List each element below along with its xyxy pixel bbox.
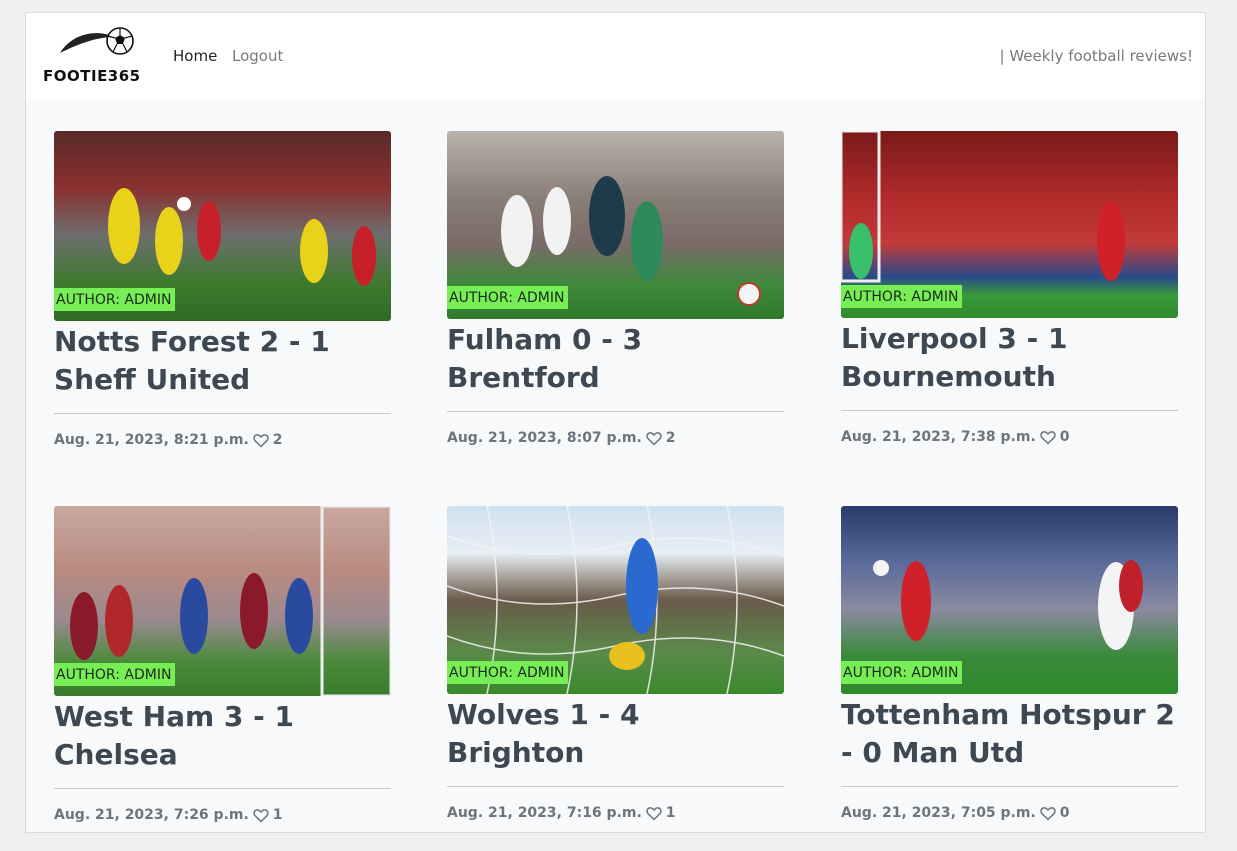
post-title[interactable]: West Ham 3 - 1 Chelsea: [54, 696, 391, 774]
post-date: Aug. 21, 2023, 8:21 p.m.: [54, 432, 249, 448]
post-title[interactable]: Liverpool 3 - 1 Bournemouth: [841, 318, 1178, 396]
post-image[interactable]: AUTHOR: ADMIN: [54, 131, 391, 321]
divider: [841, 410, 1178, 411]
page-frame: FOOTIE365 Home Logout | Weekly football …: [25, 12, 1206, 833]
post-meta: Aug. 21, 2023, 7:16 p.m. 1: [447, 805, 784, 821]
post-date: Aug. 21, 2023, 7:38 p.m.: [841, 429, 1036, 445]
post-meta: Aug. 21, 2023, 7:26 p.m. 1: [54, 807, 391, 823]
brand-name: FOOTIE365: [43, 67, 141, 85]
post-date: Aug. 21, 2023, 7:05 p.m.: [841, 805, 1036, 821]
heart-icon[interactable]: [253, 433, 269, 448]
divider: [447, 786, 784, 787]
divider: [447, 411, 784, 412]
post-date: Aug. 21, 2023, 7:16 p.m.: [447, 805, 642, 821]
divider: [54, 788, 391, 789]
like-count: 1: [665, 805, 676, 821]
post-title[interactable]: Wolves 1 - 4 Brighton: [447, 694, 784, 772]
post-title[interactable]: Tottenham Hotspur 2 - 0 Man Utd: [841, 694, 1178, 772]
heart-icon[interactable]: [1040, 806, 1056, 821]
author-badge: AUTHOR: ADMIN: [54, 288, 176, 311]
like-count: 0: [1059, 429, 1070, 445]
author-badge: AUTHOR: ADMIN: [54, 663, 176, 686]
heart-icon[interactable]: [646, 806, 662, 821]
author-badge: AUTHOR: ADMIN: [447, 661, 569, 684]
post-meta: Aug. 21, 2023, 7:38 p.m. 0: [841, 429, 1178, 445]
post-image[interactable]: AUTHOR: ADMIN: [841, 506, 1178, 694]
post-date: Aug. 21, 2023, 8:07 p.m.: [447, 430, 642, 446]
post-meta: Aug. 21, 2023, 8:07 p.m. 2: [447, 430, 784, 446]
like-count: 1: [272, 807, 283, 823]
post-title[interactable]: Notts Forest 2 - 1 Sheff United: [54, 321, 391, 399]
post-meta: Aug. 21, 2023, 7:05 p.m. 0: [841, 805, 1178, 821]
nav-home-link[interactable]: Home: [173, 47, 217, 65]
author-badge: AUTHOR: ADMIN: [841, 285, 963, 308]
post-image[interactable]: AUTHOR: ADMIN: [54, 506, 391, 696]
post-card[interactable]: AUTHOR: ADMIN Liverpool 3 - 1 Bournemout…: [841, 131, 1178, 445]
like-count: 0: [1059, 805, 1070, 821]
nav-logout-link[interactable]: Logout: [232, 47, 283, 65]
post-meta: Aug. 21, 2023, 8:21 p.m. 2: [54, 432, 391, 448]
like-count: 2: [272, 432, 283, 448]
post-card[interactable]: AUTHOR: ADMIN Fulham 0 - 3 Brentford Aug…: [447, 131, 784, 446]
post-image[interactable]: AUTHOR: ADMIN: [447, 506, 784, 694]
football-icon: [60, 27, 134, 55]
brand-logo[interactable]: FOOTIE365: [42, 27, 150, 87]
post-card[interactable]: AUTHOR: ADMIN Wolves 1 - 4 Brighton Aug.…: [447, 506, 784, 821]
heart-icon[interactable]: [1040, 430, 1056, 445]
site-tagline: | Weekly football reviews!: [999, 47, 1194, 65]
post-image[interactable]: AUTHOR: ADMIN: [841, 131, 1178, 318]
post-image[interactable]: AUTHOR: ADMIN: [447, 131, 784, 319]
post-card[interactable]: AUTHOR: ADMIN Notts Forest 2 - 1 Sheff U…: [54, 131, 391, 448]
navbar: FOOTIE365 Home Logout | Weekly football …: [26, 13, 1205, 99]
author-badge: AUTHOR: ADMIN: [447, 286, 569, 309]
post-title[interactable]: Fulham 0 - 3 Brentford: [447, 319, 784, 397]
like-count: 2: [665, 430, 676, 446]
post-date: Aug. 21, 2023, 7:26 p.m.: [54, 807, 249, 823]
heart-icon[interactable]: [646, 431, 662, 446]
divider: [54, 413, 391, 414]
post-card[interactable]: AUTHOR: ADMIN West Ham 3 - 1 Chelsea Aug…: [54, 506, 391, 823]
author-badge: AUTHOR: ADMIN: [841, 661, 963, 684]
post-card[interactable]: AUTHOR: ADMIN Tottenham Hotspur 2 - 0 Ma…: [841, 506, 1178, 821]
divider: [841, 786, 1178, 787]
heart-icon[interactable]: [253, 808, 269, 823]
